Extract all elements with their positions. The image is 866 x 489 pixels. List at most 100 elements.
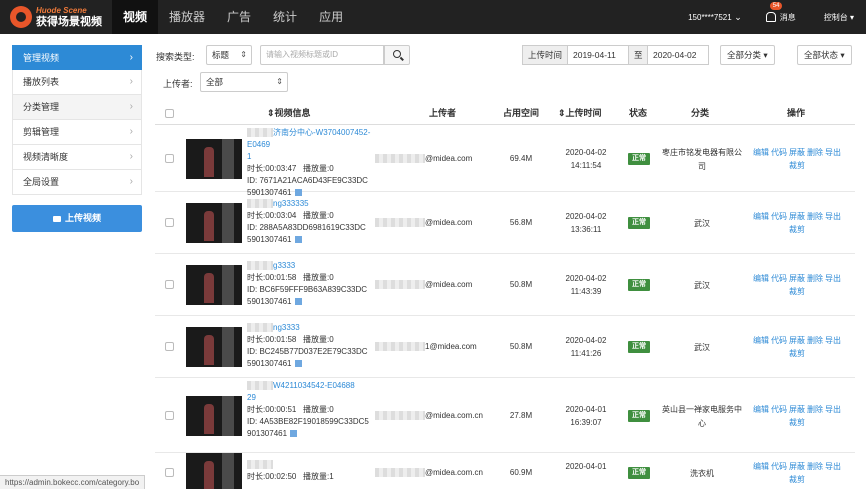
edit-link[interactable]: 编辑: [753, 148, 769, 157]
video-thumbnail[interactable]: [186, 265, 242, 305]
nav-video[interactable]: 视频: [112, 0, 159, 34]
export-link[interactable]: 导出: [825, 462, 841, 471]
delete-link[interactable]: 删除: [807, 405, 823, 414]
code-link[interactable]: 代码: [771, 212, 787, 221]
edit-link[interactable]: 编辑: [753, 336, 769, 345]
copy-icon[interactable]: [294, 360, 302, 367]
sidebar-item-playlists[interactable]: 播放列表 ›: [12, 70, 142, 95]
row-checkbox[interactable]: [165, 218, 174, 227]
video-duration: 时长:00:01:58: [247, 335, 297, 344]
edit-link[interactable]: 编辑: [753, 212, 769, 221]
sidebar-item-label: 全局设置: [23, 177, 60, 187]
block-link[interactable]: 屏蔽: [789, 148, 805, 157]
sidebar-item-global-settings[interactable]: 全局设置 ›: [12, 170, 142, 195]
video-thumbnail[interactable]: [186, 453, 242, 489]
export-link[interactable]: 导出: [825, 336, 841, 345]
nav-apps[interactable]: 应用: [308, 0, 354, 34]
row-checkbox[interactable]: [165, 280, 174, 289]
edit-link[interactable]: 编辑: [753, 274, 769, 283]
column-status: 状态: [629, 108, 648, 118]
edit-link[interactable]: 编辑: [753, 462, 769, 471]
video-title-cont[interactable]: 1: [247, 151, 377, 163]
console-menu[interactable]: 控制台: [824, 12, 854, 23]
row-checkbox[interactable]: [165, 468, 174, 477]
crop-link[interactable]: 裁剪: [789, 349, 805, 358]
column-video-info[interactable]: ⇕视频信息: [267, 106, 311, 119]
export-link[interactable]: 导出: [825, 274, 841, 283]
crop-link[interactable]: 裁剪: [789, 475, 805, 484]
video-duration: 时长:00:01:58: [247, 273, 297, 282]
delete-link[interactable]: 删除: [807, 212, 823, 221]
crop-link[interactable]: 裁剪: [789, 287, 805, 296]
delete-link[interactable]: 删除: [807, 148, 823, 157]
copy-icon[interactable]: [290, 430, 298, 437]
nav-ads[interactable]: 广告: [216, 0, 262, 34]
video-title-cont[interactable]: 29: [247, 392, 377, 404]
code-link[interactable]: 代码: [771, 274, 787, 283]
upload-date: 2020-04-01: [565, 462, 607, 471]
brand-logo[interactable]: Huode Scene 获得场景视频: [0, 0, 112, 34]
upload-video-button[interactable]: 上传视频: [12, 205, 142, 232]
sidebar-item-categories[interactable]: 分类管理 ›: [12, 95, 142, 120]
block-link[interactable]: 屏蔽: [789, 212, 805, 221]
delete-link[interactable]: 删除: [807, 274, 823, 283]
select-all-checkbox[interactable]: [165, 109, 174, 118]
category-name: 英山县一禅家电服务中心: [662, 405, 742, 428]
user-menu[interactable]: 150****7521: [688, 12, 742, 23]
sidebar-item-clips[interactable]: 剪辑管理 ›: [12, 120, 142, 145]
video-id-cont: 5901307461: [247, 235, 292, 244]
nav-stats[interactable]: 统计: [262, 0, 308, 34]
uploader-email: @midea.com: [375, 218, 485, 228]
crop-link[interactable]: 裁剪: [789, 161, 805, 170]
video-title-link[interactable]: ng3333: [273, 323, 300, 332]
edit-link[interactable]: 编辑: [753, 405, 769, 414]
date-to-input[interactable]: 2020-04-02: [647, 45, 709, 65]
search-button[interactable]: [384, 45, 410, 65]
code-link[interactable]: 代码: [771, 405, 787, 414]
status-filter-dropdown[interactable]: 全部状态: [797, 45, 852, 65]
block-link[interactable]: 屏蔽: [789, 274, 805, 283]
category-filter-dropdown[interactable]: 全部分类: [720, 45, 775, 65]
video-id: ID: 288A5A83DD6981619C33DC: [247, 223, 366, 232]
redacted-text: [375, 218, 425, 228]
row-checkbox[interactable]: [165, 411, 174, 420]
code-link[interactable]: 代码: [771, 462, 787, 471]
export-link[interactable]: 导出: [825, 405, 841, 414]
sidebar-item-manage-video[interactable]: 管理视频 ›: [12, 45, 142, 70]
upload-clock: 16:39:07: [570, 418, 602, 427]
copy-icon[interactable]: [294, 298, 302, 305]
export-link[interactable]: 导出: [825, 148, 841, 157]
video-thumbnail[interactable]: [186, 139, 242, 179]
messages-link[interactable]: 54 消息: [765, 1, 796, 23]
delete-link[interactable]: 删除: [807, 336, 823, 345]
video-title-link[interactable]: ng333335: [273, 199, 309, 208]
code-link[interactable]: 代码: [771, 148, 787, 157]
sidebar-item-resolution[interactable]: 视频清晰度 ›: [12, 145, 142, 170]
messages-label: 消息: [779, 12, 796, 22]
block-link[interactable]: 屏蔽: [789, 405, 805, 414]
crop-link[interactable]: 裁剪: [789, 225, 805, 234]
uploader-select[interactable]: 全部: [200, 72, 288, 92]
search-input[interactable]: 请输入视频标题或ID: [260, 45, 384, 65]
delete-link[interactable]: 删除: [807, 462, 823, 471]
block-link[interactable]: 屏蔽: [789, 462, 805, 471]
block-link[interactable]: 屏蔽: [789, 336, 805, 345]
video-thumbnail[interactable]: [186, 396, 242, 436]
table-row: 时长:00:02:50 播放量:1 @midea.com.cn 60.9M 20…: [155, 453, 855, 489]
copy-icon[interactable]: [294, 236, 302, 243]
code-link[interactable]: 代码: [771, 336, 787, 345]
chevron-right-icon: ›: [129, 126, 133, 137]
date-from-input[interactable]: 2019-04-11: [567, 45, 629, 65]
export-link[interactable]: 导出: [825, 212, 841, 221]
video-thumbnail[interactable]: [186, 203, 242, 243]
row-checkbox[interactable]: [165, 154, 174, 163]
uploader-email-text: @midea.com: [425, 280, 473, 289]
video-thumbnail[interactable]: [186, 327, 242, 367]
video-title-link[interactable]: W4211034542-E04688: [273, 381, 355, 390]
video-title-link[interactable]: g3333: [273, 261, 295, 270]
column-upload-time[interactable]: ⇕上传时间: [558, 106, 602, 119]
nav-player[interactable]: 播放器: [158, 0, 216, 34]
search-type-select[interactable]: 标题: [206, 45, 252, 65]
crop-link[interactable]: 裁剪: [789, 418, 805, 427]
row-checkbox[interactable]: [165, 342, 174, 351]
